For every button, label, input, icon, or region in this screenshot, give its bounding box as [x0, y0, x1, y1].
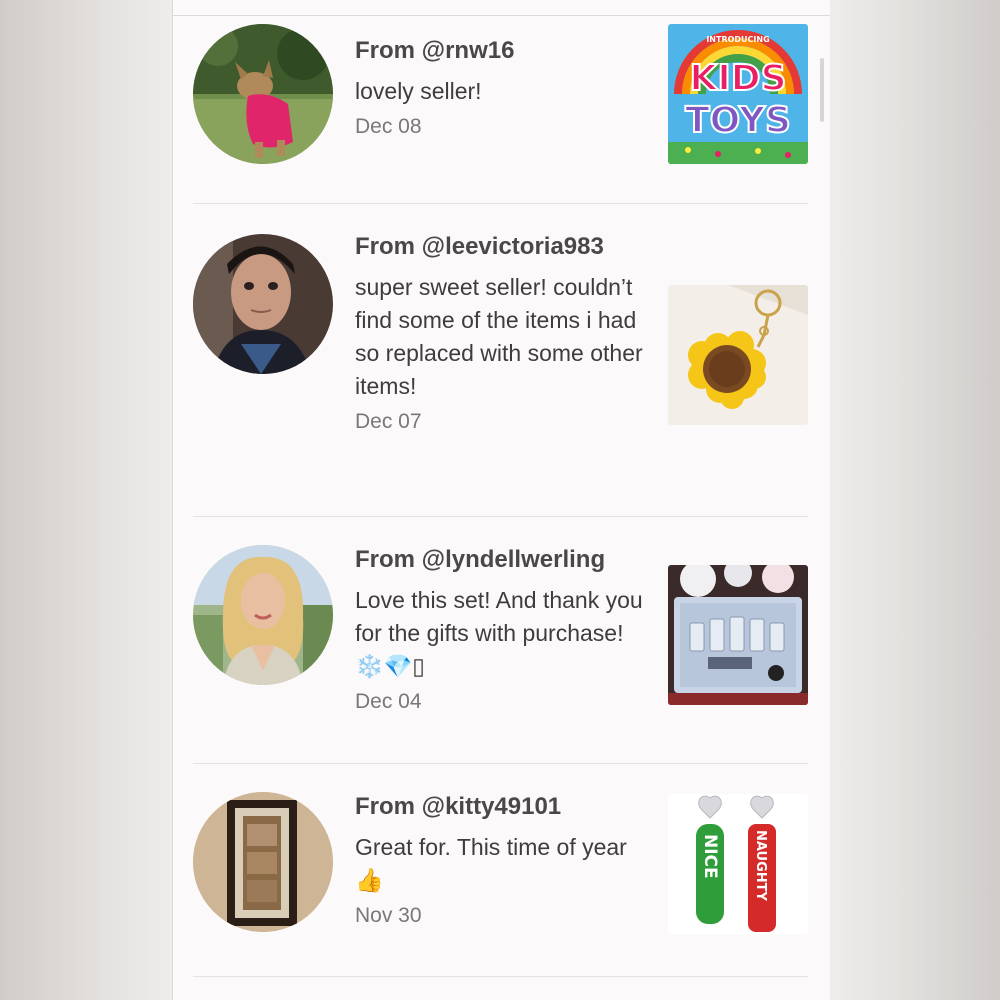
scrollbar[interactable] [820, 58, 824, 122]
kids-toys-logo: INTRODUCING KIDS TOYS [668, 24, 808, 164]
blonde-woman-portrait-photo [193, 545, 333, 685]
review-comment: Great for. This time of year 👍 [355, 834, 627, 893]
review-date: Dec 07 [355, 410, 422, 433]
review-date: Nov 30 [355, 904, 422, 927]
review-divider [193, 516, 808, 517]
review-text: From @rnw16 lovely seller! Dec 08 [355, 36, 645, 140]
review-item: From @lyndellwerling Love this set! And … [193, 545, 808, 760]
framed-picture-photo [193, 792, 333, 932]
review-divider [193, 976, 808, 977]
reviewer-avatar[interactable] [193, 24, 333, 164]
purchased-item-thumbnail[interactable] [668, 565, 808, 705]
review-item: From @leevictoria983 super sweet seller!… [193, 232, 808, 512]
blurred-background-left [0, 0, 172, 1000]
nice-naughty-earrings-photo: NICE NAUGHTY [668, 794, 808, 934]
top-divider [173, 15, 830, 16]
reviewer-avatar[interactable] [193, 545, 333, 685]
review-item: From @rnw16 lovely seller! Dec 08 INTROD… [193, 24, 808, 204]
person-selfie-photo [193, 234, 333, 374]
review-comment: super sweet seller! couldn’t find some o… [355, 274, 643, 399]
naughty-earring-label: NAUGHTY [753, 830, 768, 902]
purchased-item-thumbnail[interactable]: NICE NAUGHTY [668, 794, 808, 934]
review-comment: Love this set! And thank you for the gif… [355, 587, 643, 679]
kids-toys-logo-line1: KIDS [689, 58, 786, 99]
reviewer-username[interactable]: From @rnw16 [355, 36, 645, 66]
review-date: Dec 08 [355, 115, 422, 138]
sunflower-keychain-photo [668, 285, 808, 425]
review-text: From @kitty49101 Great for. This time of… [355, 792, 645, 929]
reviewer-avatar[interactable] [193, 234, 333, 374]
review-comment: lovely seller! [355, 78, 482, 104]
reviewer-username[interactable]: From @leevictoria983 [355, 232, 645, 262]
reviewer-username[interactable]: From @kitty49101 [355, 792, 645, 822]
nice-earring-label: NICE [700, 834, 720, 879]
review-text: From @leevictoria983 super sweet seller!… [355, 232, 645, 435]
review-date: Dec 04 [355, 690, 422, 713]
reviews-panel[interactable]: From @rnw16 lovely seller! Dec 08 INTROD… [173, 0, 830, 1000]
reviewer-username[interactable]: From @lyndellwerling [355, 545, 645, 575]
purchased-item-thumbnail[interactable]: INTRODUCING KIDS TOYS [668, 24, 808, 164]
dog-in-pink-sweater-photo [193, 24, 333, 164]
purchased-item-thumbnail[interactable] [668, 285, 808, 425]
glitter-gift-set-photo [668, 565, 808, 705]
kids-toys-logo-line2: TOYS [685, 100, 791, 141]
reviewer-avatar[interactable] [193, 792, 333, 932]
blurred-background-right [830, 0, 1000, 1000]
review-text: From @lyndellwerling Love this set! And … [355, 545, 645, 715]
review-divider [193, 203, 808, 204]
review-divider [193, 763, 808, 764]
kids-toys-logo-tagline: INTRODUCING [706, 35, 769, 44]
review-item: From @kitty49101 Great for. This time of… [193, 792, 808, 972]
